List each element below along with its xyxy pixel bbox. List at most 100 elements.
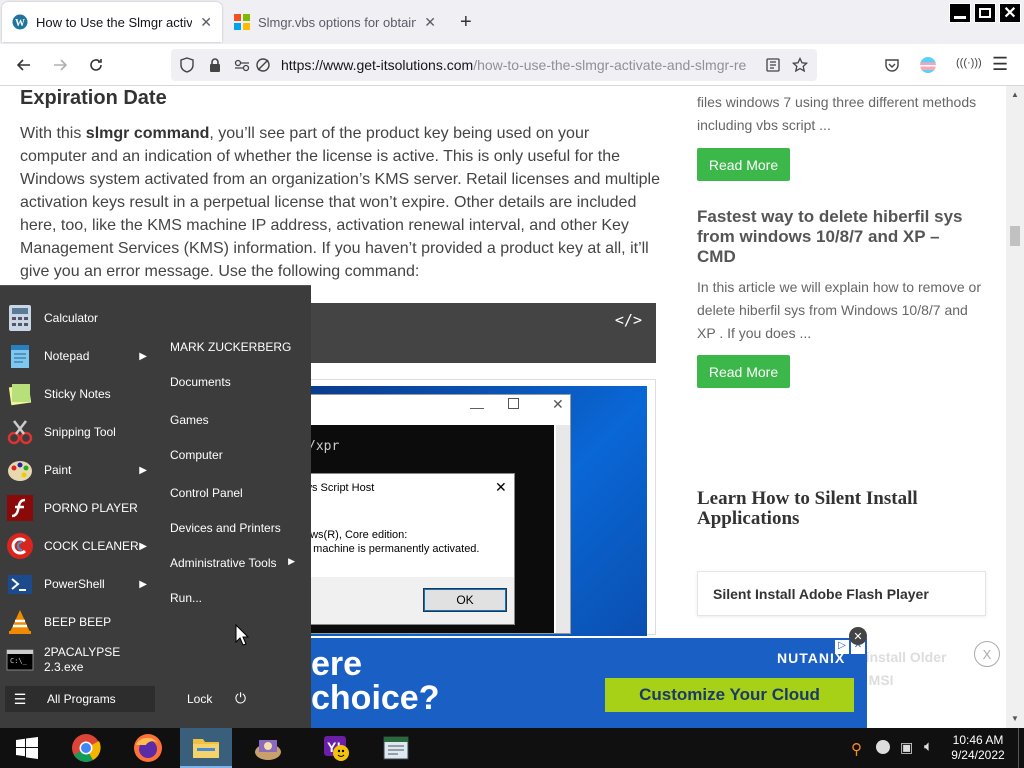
control-panel-link[interactable]: Control Panel [170, 486, 243, 500]
extension-icon[interactable]: (((·))) [956, 57, 982, 69]
tab-active[interactable]: W How to Use the Slmgr activate a ✕ [2, 2, 222, 42]
computer-link[interactable]: Computer [170, 448, 223, 462]
forward-icon[interactable] [46, 44, 74, 86]
sticky-notes-icon [5, 379, 35, 409]
new-tab-icon[interactable]: + [460, 11, 472, 34]
minimize-button[interactable] [949, 3, 971, 23]
calculator-icon [5, 303, 35, 333]
post-snippet: files windows 7 using three different me… [697, 94, 977, 133]
ccleaner-icon [5, 531, 35, 561]
flash-player-icon [5, 493, 35, 523]
microsoft-icon [234, 14, 250, 30]
program-2pacalypse[interactable]: C:\_ 2PACALYPSE 2.3.exe [5, 642, 155, 678]
program-cock-cleaner[interactable]: COCK CLEANER ▶ [5, 528, 155, 564]
script-host-dialog: ws Script Host ✕ ows(R), Core edition: e… [301, 473, 515, 625]
document-app-icon[interactable] [368, 728, 424, 768]
file-explorer-icon[interactable] [180, 728, 232, 768]
search-tray-icon[interactable]: ⚲ [851, 740, 862, 758]
tab-inactive[interactable]: Slmgr.vbs options for obtaining ✕ [224, 2, 446, 42]
run-link[interactable]: Run... [170, 591, 202, 605]
dialog-close-icon[interactable]: ✕ [495, 479, 507, 496]
post-snippet: In this article we will explain how to r… [697, 279, 982, 341]
pocket-icon[interactable] [884, 57, 900, 73]
program-notepad[interactable]: Notepad ▶ [5, 338, 155, 374]
extension-flag-icon[interactable] [920, 57, 936, 73]
network-icon[interactable]: ▣ [900, 739, 913, 756]
sidebar-link-partial[interactable]: hinstall Older [857, 649, 946, 665]
cmd-text: /xpr [308, 439, 340, 454]
clock-time: 10:46 AM [952, 733, 1004, 747]
article-heading: Expiration Date [20, 87, 167, 109]
code-view-icon[interactable]: </> [615, 311, 642, 329]
mouse-cursor-icon [235, 624, 249, 646]
yahoo-messenger-icon[interactable]: Y! [308, 728, 364, 768]
ad-cta-button[interactable]: Customize Your Cloud [605, 678, 854, 712]
shield-icon[interactable] [179, 57, 195, 73]
powershell-icon [5, 569, 35, 599]
read-more-button[interactable]: Read More [697, 148, 790, 181]
admin-tools-link[interactable]: Administrative Tools ▶ [170, 556, 295, 570]
reader-view-icon[interactable] [765, 57, 781, 73]
url-text[interactable]: https://www.get-itsolutions.com/how-to-u… [281, 57, 756, 73]
scrollbar-thumb[interactable] [1010, 226, 1020, 246]
taskbar: Y! ⚲ ▣ 🔈︎ 10:46 AM 9/24/2022 [0, 728, 1024, 768]
article-image: — ✕ /xpr ws Script Host ✕ ows(R), Core e… [300, 379, 656, 636]
post-title[interactable]: Fastest way to delete hiberfil sys from … [697, 207, 967, 267]
documents-link[interactable]: Documents [170, 375, 231, 389]
back-icon[interactable] [10, 44, 38, 86]
tray-status-icon[interactable] [876, 740, 890, 754]
vlc-icon [5, 607, 35, 637]
program-powershell[interactable]: PowerShell ▶ [5, 566, 155, 602]
tab-title: Slmgr.vbs options for obtaining [258, 14, 417, 30]
volume-icon[interactable]: 🔈︎ [924, 738, 933, 755]
close-window-button[interactable]: ✕ [999, 3, 1021, 23]
program-beep-beep[interactable]: BEEP BEEP [5, 604, 155, 640]
user-name-link[interactable]: MARK ZUCKERBERG [170, 340, 291, 354]
ok-button[interactable]: OK [423, 588, 507, 612]
tab-close-icon[interactable]: ✕ [200, 14, 212, 31]
autoplay-blocked-icon[interactable] [255, 57, 271, 73]
tab-close-icon[interactable]: ✕ [424, 14, 436, 31]
ad-choices-icon[interactable]: ▷ [835, 640, 849, 654]
windows-start-icon[interactable] [0, 728, 54, 768]
power-icon[interactable]: ⏻ [235, 690, 246, 707]
lock-button[interactable]: Lock [187, 692, 212, 706]
all-programs-button[interactable]: ☰ All Programs [5, 686, 155, 712]
read-more-button[interactable]: Read More [697, 355, 790, 388]
program-sticky-notes[interactable]: Sticky Notes [5, 376, 155, 412]
lock-icon[interactable] [207, 57, 223, 73]
program-porno-player[interactable]: PORNO PLAYER [5, 490, 155, 526]
ad-close-button[interactable]: ✕ [849, 627, 867, 645]
paint-icon [5, 455, 35, 485]
system-clock[interactable]: 10:46 AM 9/24/2022 [948, 733, 1008, 763]
program-snipping-tool[interactable]: Snipping Tool [5, 414, 155, 450]
devices-printers-link[interactable]: Devices and Printers [170, 521, 281, 535]
sidebar-link[interactable]: Silent Install Adobe Flash Player [697, 571, 986, 616]
url-bar[interactable]: https://www.get-itsolutions.com/how-to-u… [171, 49, 817, 81]
firefox-icon[interactable] [120, 728, 176, 768]
tab-title: How to Use the Slmgr activate a [36, 14, 193, 30]
ad-headline-1: ere [311, 645, 363, 683]
game-app-icon[interactable] [240, 728, 296, 768]
chrome-icon[interactable] [58, 728, 114, 768]
cmd-icon: C:\_ [5, 645, 35, 675]
maximize-button[interactable] [974, 3, 996, 23]
ad-banner[interactable]: ere choice? NUTANIX Customize Your Cloud… [311, 638, 867, 728]
list-icon: ☰ [13, 690, 27, 707]
navigation-toolbar: https://www.get-itsolutions.com/how-to-u… [0, 44, 1024, 86]
article-paragraph: With this slmgr command, you’ll see part… [20, 125, 660, 280]
show-desktop-button[interactable] [1018, 728, 1024, 768]
close-overlay-button[interactable]: X [974, 641, 1000, 667]
program-paint[interactable]: Paint ▶ [5, 452, 155, 488]
wordpress-icon: W [12, 14, 28, 30]
ad-headline-2: choice? [311, 679, 440, 717]
tab-strip: W How to Use the Slmgr activate a ✕ Slmg… [0, 0, 1024, 44]
hamburger-menu-icon[interactable]: ☰ [992, 54, 1008, 75]
page-scrollbar[interactable]: ▲ ▼ [1006, 86, 1024, 728]
program-calculator[interactable]: Calculator [5, 300, 155, 336]
games-link[interactable]: Games [170, 413, 209, 427]
bookmark-star-icon[interactable] [792, 57, 808, 73]
permissions-icon[interactable] [233, 57, 251, 73]
notepad-icon [5, 341, 35, 371]
reload-icon[interactable] [82, 44, 110, 86]
